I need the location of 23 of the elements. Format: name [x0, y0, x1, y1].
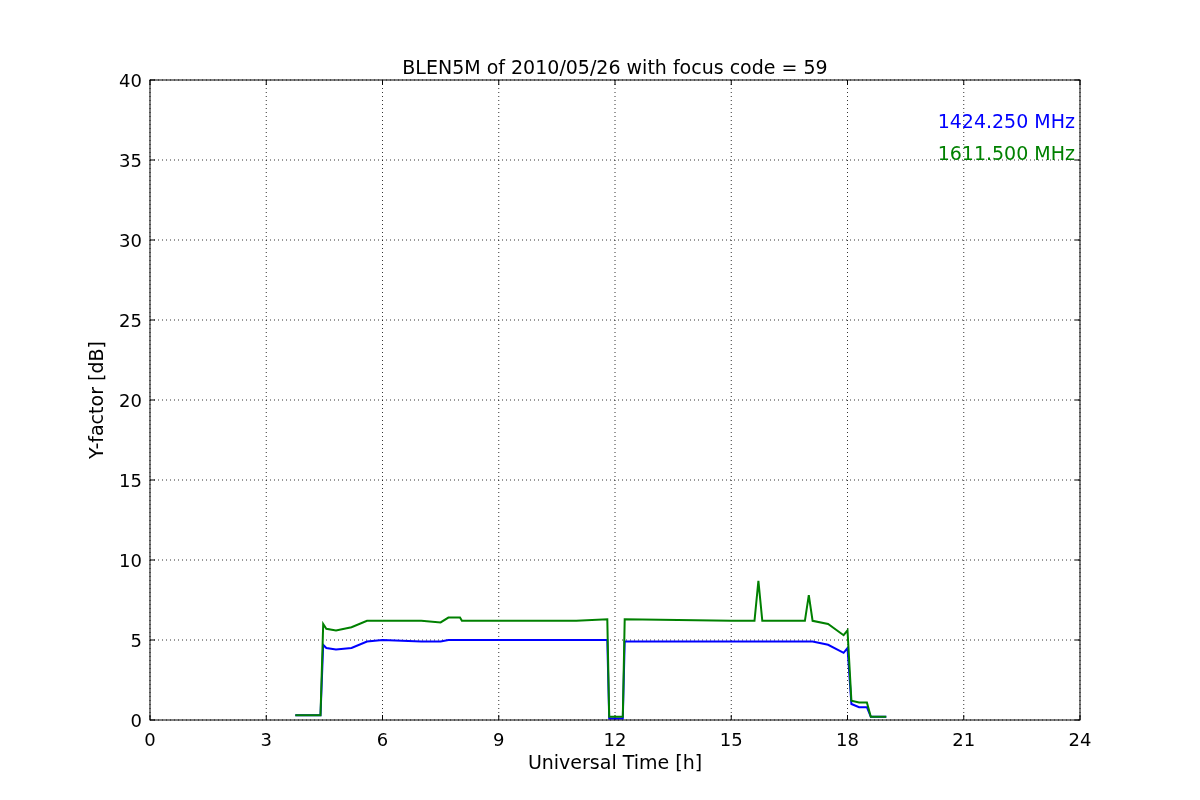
y-tick-label: 35	[119, 150, 142, 171]
x-tick-label: 0	[144, 729, 156, 750]
y-tick-label: 25	[119, 310, 142, 331]
x-tick-label: 9	[493, 729, 505, 750]
legend-label: 1611.500 MHz	[937, 142, 1075, 164]
x-tick-label: 18	[836, 729, 859, 750]
y-axis-label: Y-factor [dB]	[85, 341, 107, 459]
y-tick-label: 15	[119, 470, 142, 491]
y-tick-label: 0	[130, 710, 142, 731]
x-tick-label: 12	[603, 729, 627, 750]
legend-label: 1424.250 MHz	[937, 110, 1075, 132]
chart-title: BLEN5M of 2010/05/26 with focus code = 59	[402, 56, 828, 78]
x-tick-label: 6	[376, 729, 389, 750]
x-tick-label: 3	[260, 729, 272, 750]
y-tick-label: 10	[119, 550, 142, 571]
y-tick-label: 5	[130, 630, 142, 651]
y-tick-label: 20	[119, 390, 142, 411]
x-tick-label: 21	[952, 729, 976, 750]
x-tick-label: 15	[719, 729, 743, 750]
y-tick-label: 30	[119, 230, 142, 251]
x-tick-label: 24	[1068, 729, 1092, 750]
y-tick-label: 40	[119, 70, 142, 91]
x-axis-label: Universal Time [h]	[527, 751, 703, 773]
